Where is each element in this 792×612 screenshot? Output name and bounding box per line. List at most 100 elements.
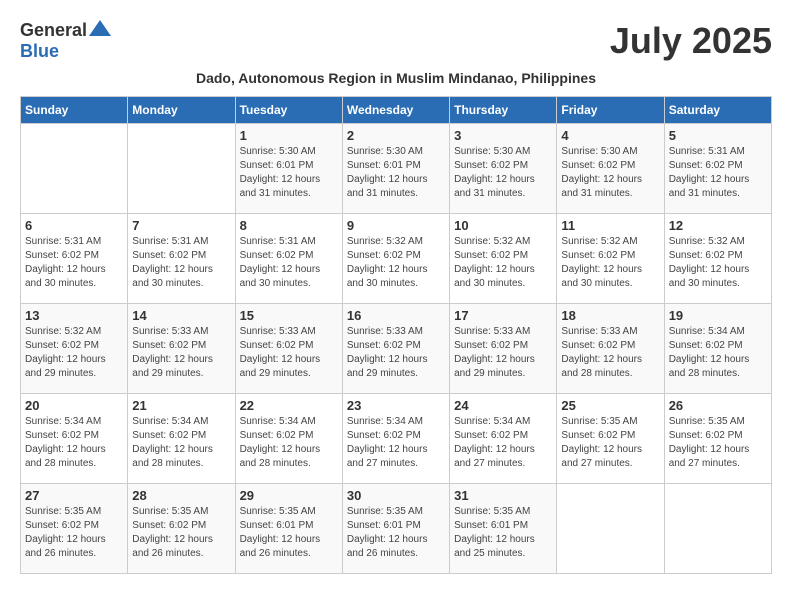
calendar-table: SundayMondayTuesdayWednesdayThursdayFrid…	[20, 96, 772, 574]
day-info: Sunrise: 5:35 AM Sunset: 6:02 PM Dayligh…	[561, 415, 659, 471]
day-number: 18	[561, 308, 659, 323]
logo-blue-text: Blue	[20, 41, 59, 62]
day-info: Sunrise: 5:31 AM Sunset: 6:02 PM Dayligh…	[669, 145, 767, 201]
day-info: Sunrise: 5:35 AM Sunset: 6:01 PM Dayligh…	[347, 505, 445, 561]
weekday-sunday: Sunday	[21, 97, 128, 124]
calendar-cell: 30 Sunrise: 5:35 AM Sunset: 6:01 PM Dayli…	[342, 484, 449, 574]
calendar-cell: 11 Sunrise: 5:32 AM Sunset: 6:02 PM Dayli…	[557, 214, 664, 304]
logo-general-text: General	[20, 20, 87, 41]
calendar-cell: 18 Sunrise: 5:33 AM Sunset: 6:02 PM Dayli…	[557, 304, 664, 394]
weekday-header-row: SundayMondayTuesdayWednesdayThursdayFrid…	[21, 97, 772, 124]
calendar-cell: 19 Sunrise: 5:34 AM Sunset: 6:02 PM Dayli…	[664, 304, 771, 394]
day-info: Sunrise: 5:34 AM Sunset: 6:02 PM Dayligh…	[132, 415, 230, 471]
day-info: Sunrise: 5:34 AM Sunset: 6:02 PM Dayligh…	[347, 415, 445, 471]
calendar-cell: 14Sunrise: 5:33 AM Sunset: 6:02 PM Dayli…	[128, 304, 235, 394]
day-info: Sunrise: 5:30 AM Sunset: 6:01 PM Dayligh…	[240, 145, 338, 201]
day-info: Sunrise: 5:34 AM Sunset: 6:02 PM Dayligh…	[454, 415, 552, 471]
day-number: 12	[669, 218, 767, 233]
calendar-cell: 13 Sunrise: 5:32 AM Sunset: 6:02 PM Dayli…	[21, 304, 128, 394]
calendar-cell: 9Sunrise: 5:32 AM Sunset: 6:02 PM Daylig…	[342, 214, 449, 304]
day-info: Sunrise: 5:34 AM Sunset: 6:02 PM Dayligh…	[25, 415, 123, 471]
day-info: Sunrise: 5:32 AM Sunset: 6:02 PM Dayligh…	[25, 325, 123, 381]
calendar-cell: 12 Sunrise: 5:32 AM Sunset: 6:02 PM Dayli…	[664, 214, 771, 304]
calendar-cell: 15 Sunrise: 5:33 AM Sunset: 6:02 PM Dayli…	[235, 304, 342, 394]
day-info: Sunrise: 5:35 AM Sunset: 6:02 PM Dayligh…	[25, 505, 123, 561]
day-number: 21	[132, 398, 230, 413]
day-number: 9	[347, 218, 445, 233]
day-number: 30	[347, 488, 445, 503]
calendar-cell: 6Sunrise: 5:31 AM Sunset: 6:02 PM Daylig…	[21, 214, 128, 304]
day-number: 4	[561, 128, 659, 143]
calendar-cell: 3 Sunrise: 5:30 AM Sunset: 6:02 PM Daylig…	[450, 124, 557, 214]
calendar-cell	[557, 484, 664, 574]
month-title: July 2025	[610, 20, 772, 62]
day-info: Sunrise: 5:35 AM Sunset: 6:02 PM Dayligh…	[669, 415, 767, 471]
weekday-saturday: Saturday	[664, 97, 771, 124]
week-row-3: 13 Sunrise: 5:32 AM Sunset: 6:02 PM Dayli…	[21, 304, 772, 394]
day-number: 24	[454, 398, 552, 413]
day-info: Sunrise: 5:33 AM Sunset: 6:02 PM Dayligh…	[347, 325, 445, 381]
day-info: Sunrise: 5:32 AM Sunset: 6:02 PM Dayligh…	[454, 235, 552, 291]
day-number: 5	[669, 128, 767, 143]
weekday-monday: Monday	[128, 97, 235, 124]
day-number: 7	[132, 218, 230, 233]
day-info: Sunrise: 5:35 AM Sunset: 6:02 PM Dayligh…	[132, 505, 230, 561]
calendar-cell: 22 Sunrise: 5:34 AM Sunset: 6:02 PM Dayli…	[235, 394, 342, 484]
weekday-thursday: Thursday	[450, 97, 557, 124]
calendar-cell: 26Sunrise: 5:35 AM Sunset: 6:02 PM Dayli…	[664, 394, 771, 484]
calendar-cell: 31Sunrise: 5:35 AM Sunset: 6:01 PM Dayli…	[450, 484, 557, 574]
weekday-tuesday: Tuesday	[235, 97, 342, 124]
day-info: Sunrise: 5:34 AM Sunset: 6:02 PM Dayligh…	[669, 325, 767, 381]
day-number: 20	[25, 398, 123, 413]
calendar-cell	[664, 484, 771, 574]
calendar-cell: 4 Sunrise: 5:30 AM Sunset: 6:02 PM Daylig…	[557, 124, 664, 214]
calendar-cell: 5 Sunrise: 5:31 AM Sunset: 6:02 PM Daylig…	[664, 124, 771, 214]
calendar-cell: 21 Sunrise: 5:34 AM Sunset: 6:02 PM Dayli…	[128, 394, 235, 484]
day-number: 16	[347, 308, 445, 323]
calendar-cell: 8 Sunrise: 5:31 AM Sunset: 6:02 PM Daylig…	[235, 214, 342, 304]
day-info: Sunrise: 5:31 AM Sunset: 6:02 PM Dayligh…	[240, 235, 338, 291]
day-info: Sunrise: 5:30 AM Sunset: 6:02 PM Dayligh…	[561, 145, 659, 201]
day-number: 19	[669, 308, 767, 323]
day-info: Sunrise: 5:32 AM Sunset: 6:02 PM Dayligh…	[669, 235, 767, 291]
day-info: Sunrise: 5:33 AM Sunset: 6:02 PM Dayligh…	[454, 325, 552, 381]
day-number: 31	[454, 488, 552, 503]
day-number: 13	[25, 308, 123, 323]
day-number: 17	[454, 308, 552, 323]
day-info: Sunrise: 5:31 AM Sunset: 6:02 PM Dayligh…	[25, 235, 123, 291]
logo: General Blue	[20, 20, 111, 62]
page-header: General Blue July 2025	[20, 20, 772, 62]
calendar-cell	[21, 124, 128, 214]
calendar-cell: 7 Sunrise: 5:31 AM Sunset: 6:02 PM Daylig…	[128, 214, 235, 304]
day-info: Sunrise: 5:34 AM Sunset: 6:02 PM Dayligh…	[240, 415, 338, 471]
calendar-cell: 24 Sunrise: 5:34 AM Sunset: 6:02 PM Dayli…	[450, 394, 557, 484]
day-number: 15	[240, 308, 338, 323]
weekday-wednesday: Wednesday	[342, 97, 449, 124]
calendar-cell: 20 Sunrise: 5:34 AM Sunset: 6:02 PM Dayli…	[21, 394, 128, 484]
logo-icon	[89, 20, 111, 41]
day-number: 3	[454, 128, 552, 143]
day-number: 11	[561, 218, 659, 233]
calendar-cell: 17 Sunrise: 5:33 AM Sunset: 6:02 PM Dayli…	[450, 304, 557, 394]
day-number: 2	[347, 128, 445, 143]
day-number: 22	[240, 398, 338, 413]
calendar-cell: 16 Sunrise: 5:33 AM Sunset: 6:02 PM Dayli…	[342, 304, 449, 394]
week-row-4: 20 Sunrise: 5:34 AM Sunset: 6:02 PM Dayli…	[21, 394, 772, 484]
week-row-5: 27 Sunrise: 5:35 AM Sunset: 6:02 PM Dayli…	[21, 484, 772, 574]
day-info: Sunrise: 5:33 AM Sunset: 6:02 PM Dayligh…	[561, 325, 659, 381]
day-number: 8	[240, 218, 338, 233]
day-info: Sunrise: 5:33 AM Sunset: 6:02 PM Dayligh…	[240, 325, 338, 381]
day-number: 29	[240, 488, 338, 503]
day-number: 27	[25, 488, 123, 503]
day-info: Sunrise: 5:32 AM Sunset: 6:02 PM Dayligh…	[561, 235, 659, 291]
day-number: 10	[454, 218, 552, 233]
day-number: 1	[240, 128, 338, 143]
calendar-cell: 10 Sunrise: 5:32 AM Sunset: 6:02 PM Dayli…	[450, 214, 557, 304]
calendar-cell: 23 Sunrise: 5:34 AM Sunset: 6:02 PM Dayli…	[342, 394, 449, 484]
page-subtitle: Dado, Autonomous Region in Muslim Mindan…	[20, 70, 772, 86]
day-number: 23	[347, 398, 445, 413]
day-info: Sunrise: 5:30 AM Sunset: 6:01 PM Dayligh…	[347, 145, 445, 201]
day-info: Sunrise: 5:30 AM Sunset: 6:02 PM Dayligh…	[454, 145, 552, 201]
day-info: Sunrise: 5:31 AM Sunset: 6:02 PM Dayligh…	[132, 235, 230, 291]
week-row-1: 1 Sunrise: 5:30 AM Sunset: 6:01 PM Daylig…	[21, 124, 772, 214]
